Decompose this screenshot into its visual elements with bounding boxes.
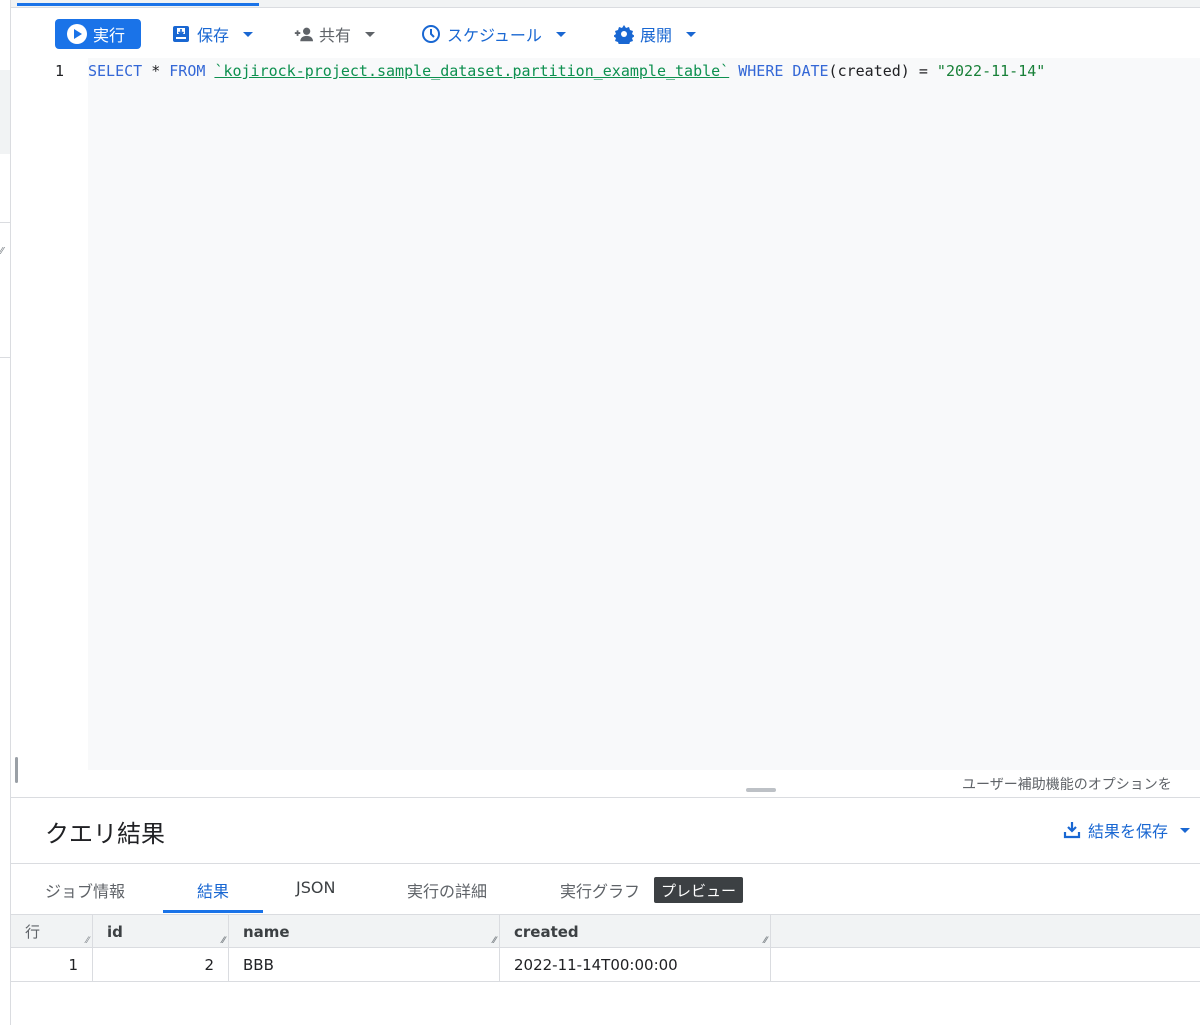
active-tab-indicator <box>163 910 263 913</box>
preview-badge: プレビュー <box>654 877 744 903</box>
bigquery-editor-page: ⁄⁄ 実行 保存 共有 スケジュール 展開 1 SELECT * FROM `k… <box>0 0 1200 1025</box>
resize-grip-icon[interactable]: ⁄⁄ <box>86 936 89 946</box>
resize-grip-icon[interactable]: ⁄⁄ <box>493 936 496 946</box>
token-star: * <box>142 62 170 80</box>
download-icon <box>1062 820 1082 840</box>
add-person-icon <box>293 24 313 44</box>
column-header-label: 行 <box>25 923 41 941</box>
clock-icon <box>421 24 441 44</box>
chevron-down-icon <box>365 31 376 37</box>
accessibility-hint: ユーザー補助機能のオプションを <box>962 777 1172 793</box>
deploy-button[interactable]: 展開 <box>614 19 697 49</box>
sql-editor[interactable]: 1 SELECT * FROM `kojirock-project.sample… <box>11 58 1200 770</box>
tab-results[interactable]: 結果 <box>197 878 229 902</box>
tab-execution-details[interactable]: 実行の詳細 <box>407 878 487 902</box>
save-label: 保存 <box>197 26 230 45</box>
save-icon <box>171 24 191 44</box>
code-area[interactable]: SELECT * FROM `kojirock-project.sample_d… <box>88 58 1200 770</box>
save-results-button[interactable]: 結果を保存 <box>1062 818 1191 842</box>
line-number-gutter: 1 <box>11 58 87 770</box>
column-header-label: id <box>107 922 123 941</box>
left-panel-section <box>0 222 10 358</box>
tab-job-info[interactable]: ジョブ情報 <box>45 878 125 902</box>
keyword-where: WHERE <box>738 62 784 80</box>
column-header-label: created <box>514 922 579 941</box>
deploy-label: 展開 <box>640 26 673 45</box>
keyword-select: SELECT <box>88 62 143 80</box>
tab-execution-graph[interactable]: 実行グラフ <box>560 878 640 902</box>
row-number-cell: 1 <box>11 948 93 981</box>
resize-grip-icon[interactable]: ⁄⁄ <box>0 246 3 257</box>
token-args: (created) = <box>828 62 937 80</box>
save-button[interactable]: 保存 <box>171 19 254 49</box>
chevron-down-icon <box>686 31 697 37</box>
share-button[interactable]: 共有 <box>293 19 376 49</box>
save-results-label: 結果を保存 <box>1088 822 1169 841</box>
panel-drag-handle[interactable] <box>746 788 776 792</box>
id-cell: 2 <box>93 948 229 981</box>
schedule-button[interactable]: スケジュール <box>421 19 566 49</box>
run-label: 実行 <box>93 26 126 45</box>
line-number: 1 <box>55 62 65 80</box>
column-header-row[interactable]: 行 ⁄⁄ <box>11 915 93 948</box>
function-date: DATE <box>792 62 829 80</box>
left-panel-selected-item <box>0 70 10 154</box>
string-literal: "2022-11-14" <box>936 62 1046 80</box>
table-header: 行 ⁄⁄ id ⁄⁄ name ⁄⁄ created ⁄⁄ <box>11 914 1200 948</box>
tab-json[interactable]: JSON <box>296 878 335 897</box>
chevron-down-icon <box>555 31 566 37</box>
resize-grip-icon[interactable]: ⁄⁄ <box>222 936 225 946</box>
table-reference-link[interactable]: `kojirock-project.sample_dataset.partiti… <box>214 62 729 80</box>
column-header-label: name <box>243 922 290 941</box>
run-button[interactable]: 実行 <box>55 19 141 49</box>
name-cell: BBB <box>229 948 500 981</box>
editor-resize-handle[interactable] <box>15 757 18 783</box>
column-header-id[interactable]: id ⁄⁄ <box>93 915 229 948</box>
keyword-from: FROM <box>169 62 206 80</box>
active-editor-tab-indicator <box>17 3 259 6</box>
resize-grip-icon[interactable]: ⁄⁄ <box>764 936 767 946</box>
code-line[interactable]: SELECT * FROM `kojirock-project.sample_d… <box>88 62 1045 80</box>
schedule-label: スケジュール <box>447 26 542 45</box>
play-icon <box>67 24 87 44</box>
panel-divider <box>11 797 1200 798</box>
results-title: クエリ結果 <box>45 820 165 848</box>
table-row: 1 2 BBB 2022-11-14T00:00:00 <box>11 948 1200 982</box>
created-cell: 2022-11-14T00:00:00 <box>500 948 771 981</box>
column-header-name[interactable]: name ⁄⁄ <box>229 915 500 948</box>
share-label: 共有 <box>319 26 352 45</box>
chevron-down-icon <box>1180 827 1191 833</box>
query-toolbar: 実行 保存 共有 スケジュール 展開 <box>11 8 1200 58</box>
results-separator <box>11 863 1200 864</box>
gear-icon <box>614 24 634 44</box>
chevron-down-icon <box>243 31 254 37</box>
column-header-created[interactable]: created ⁄⁄ <box>500 915 771 948</box>
